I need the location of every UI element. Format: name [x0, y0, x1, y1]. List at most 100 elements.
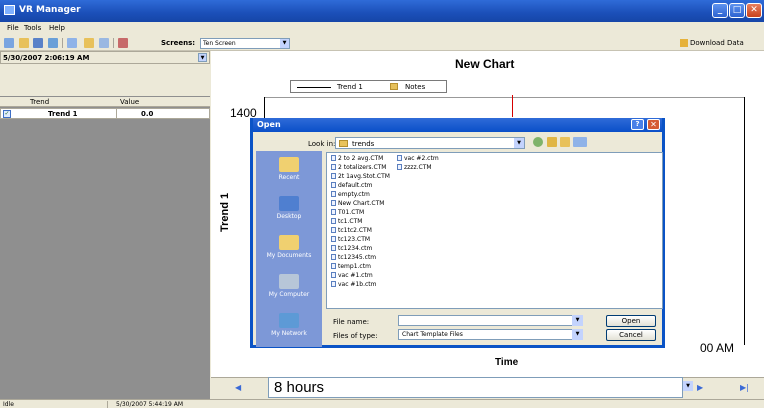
close-button[interactable]: ✕	[746, 3, 762, 18]
chevron-down-icon[interactable]: ▼	[683, 381, 693, 391]
time-period-value: 8 hours	[274, 379, 325, 396]
scroll-left-icon[interactable]: ◀	[235, 383, 241, 392]
x-tick-label: 00 AM	[700, 341, 735, 355]
cancel-button[interactable]: Cancel	[606, 329, 656, 341]
file-name: 2t 1avg.Stot.CTM	[338, 173, 390, 180]
trend-grid-header: Trend Value	[0, 97, 210, 107]
file-icon	[331, 191, 336, 197]
recent-icon	[279, 157, 299, 172]
menu-help[interactable]: Help	[49, 24, 65, 32]
list-item[interactable]: temp1.ctm	[331, 263, 371, 271]
list-item[interactable]: New Chart.CTM	[331, 200, 384, 208]
screen-select[interactable]: Ten Screen ▼	[200, 38, 290, 49]
chevron-down-icon[interactable]: ▼	[280, 39, 289, 48]
trend-checkbox[interactable]: ✓	[3, 110, 11, 118]
chevron-down-icon[interactable]: ▼	[514, 138, 524, 148]
window-titlebar: VR Manager _ □ ✕	[0, 0, 764, 22]
list-item[interactable]: T01.CTM	[331, 209, 364, 217]
chevron-down-icon[interactable]: ▼	[572, 329, 583, 340]
scroll-right-icon[interactable]: ▶	[697, 383, 703, 392]
new-icon[interactable]	[4, 38, 14, 48]
list-item[interactable]: vac #1b.ctm	[331, 281, 377, 289]
list-item[interactable]: empty.ctm	[331, 191, 370, 199]
list-item[interactable]: tc123.CTM	[331, 236, 370, 244]
documents-icon	[279, 235, 299, 250]
list-item[interactable]: vac #1.ctm	[331, 272, 373, 280]
file-name-input[interactable]	[398, 315, 583, 326]
date-select[interactable]: 5/30/2007 2:06:19 AM ▼	[0, 51, 210, 64]
place-my-computer[interactable]: My Computer	[256, 274, 322, 298]
right-axis	[744, 97, 745, 345]
scroll-end-icon[interactable]: ▶|	[740, 383, 749, 392]
folder-icon	[339, 140, 348, 147]
file-name: 2 to 2 avg.CTM	[338, 155, 384, 162]
list-item[interactable]: tc12345.ctm	[331, 254, 376, 262]
look-in-label: Look in:	[308, 140, 336, 148]
grid-icon[interactable]	[99, 38, 109, 48]
toolbar-separator	[62, 38, 63, 48]
file-icon	[331, 164, 336, 170]
place-my-documents[interactable]: My Documents	[256, 235, 322, 259]
new-folder-icon[interactable]	[560, 137, 570, 147]
chart-title: New Chart	[455, 57, 515, 71]
menu-file[interactable]: File	[7, 24, 19, 32]
file-name: tc1.CTM	[338, 218, 363, 225]
chevron-down-icon[interactable]: ▼	[572, 315, 583, 326]
folder-icon[interactable]	[84, 38, 94, 48]
up-folder-icon[interactable]	[547, 137, 557, 147]
print-icon[interactable]	[48, 38, 58, 48]
list-item[interactable]: tc1.CTM	[331, 218, 362, 226]
desktop-icon	[279, 196, 299, 211]
file-name: tc1234.ctm	[338, 245, 373, 252]
file-icon	[331, 209, 336, 215]
list-item[interactable]: 2 totalizers.CTM	[331, 164, 386, 172]
file-name: tc123.CTM	[338, 236, 371, 243]
legend-notes: Notes	[405, 83, 426, 91]
notes-icon	[390, 83, 398, 90]
save-icon[interactable]	[33, 38, 43, 48]
back-icon[interactable]	[533, 137, 543, 147]
file-list[interactable]: 2 to 2 avg.CTM 2 totalizers.CTM 2t 1avg.…	[326, 152, 663, 309]
file-icon	[331, 272, 336, 278]
look-in-select[interactable]: trends ▼	[335, 137, 525, 149]
maximize-button[interactable]: □	[729, 3, 745, 18]
list-item[interactable]: 2t 1avg.Stot.CTM	[331, 173, 390, 181]
dialog-close-button[interactable]: ✕	[647, 119, 660, 130]
file-name: temp1.ctm	[338, 263, 371, 270]
place-label: My Network	[271, 330, 307, 337]
list-item[interactable]: 2 to 2 avg.CTM	[331, 155, 383, 163]
settings-icon[interactable]	[118, 38, 128, 48]
list-item[interactable]: default.ctm	[331, 182, 373, 190]
help-button[interactable]: ?	[631, 119, 644, 130]
file-type-select[interactable]: Chart Template Files	[398, 329, 583, 340]
open-icon[interactable]	[19, 38, 29, 48]
screens-label: Screens:	[161, 39, 196, 47]
time-period-select[interactable]: 8 hours	[268, 377, 683, 398]
date-value: 5/30/2007 2:06:19 AM	[3, 54, 90, 62]
list-item[interactable]: vac #2.ctm	[397, 155, 439, 163]
chart-icon[interactable]	[67, 38, 77, 48]
chart-legend: Trend 1 Notes	[290, 80, 447, 93]
place-recent[interactable]: Recent	[256, 157, 322, 181]
file-name: New Chart.CTM	[338, 200, 385, 207]
legend-line-swatch	[297, 87, 331, 88]
list-item[interactable]: tc1tc2.CTM	[331, 227, 372, 235]
toolbar: Screens: Ten Screen ▼ Download Data	[0, 35, 764, 51]
file-icon	[331, 200, 336, 206]
download-data-button[interactable]: Download Data	[680, 39, 744, 47]
list-item[interactable]: tc1234.ctm	[331, 245, 372, 253]
table-row[interactable]: ✓ Trend 1 0.0	[0, 108, 210, 119]
place-my-network[interactable]: My Network	[256, 313, 322, 337]
list-item[interactable]: zzzz.CTM	[397, 164, 432, 172]
menu-tools[interactable]: Tools	[24, 24, 41, 32]
open-button[interactable]: Open	[606, 315, 656, 327]
screen-select-value: Ten Screen	[203, 40, 236, 47]
minimize-button[interactable]: _	[712, 3, 728, 18]
file-icon	[397, 155, 402, 161]
chevron-down-icon[interactable]: ▼	[198, 53, 207, 62]
place-label: Recent	[278, 174, 300, 181]
view-menu-icon[interactable]	[573, 137, 587, 147]
file-icon	[331, 227, 336, 233]
status-bar: Idle 5/30/2007 5:44:19 AM	[0, 399, 764, 408]
place-desktop[interactable]: Desktop	[256, 196, 322, 220]
